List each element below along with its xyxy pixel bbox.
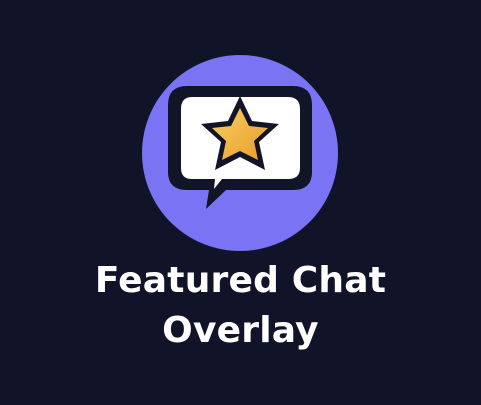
app-icon-screen: { "title": { "line1": "Featured Chat", "… [0, 0, 481, 405]
app-title-line-2: Overlay [162, 310, 319, 351]
app-title-line-1: Featured Chat [94, 260, 387, 301]
